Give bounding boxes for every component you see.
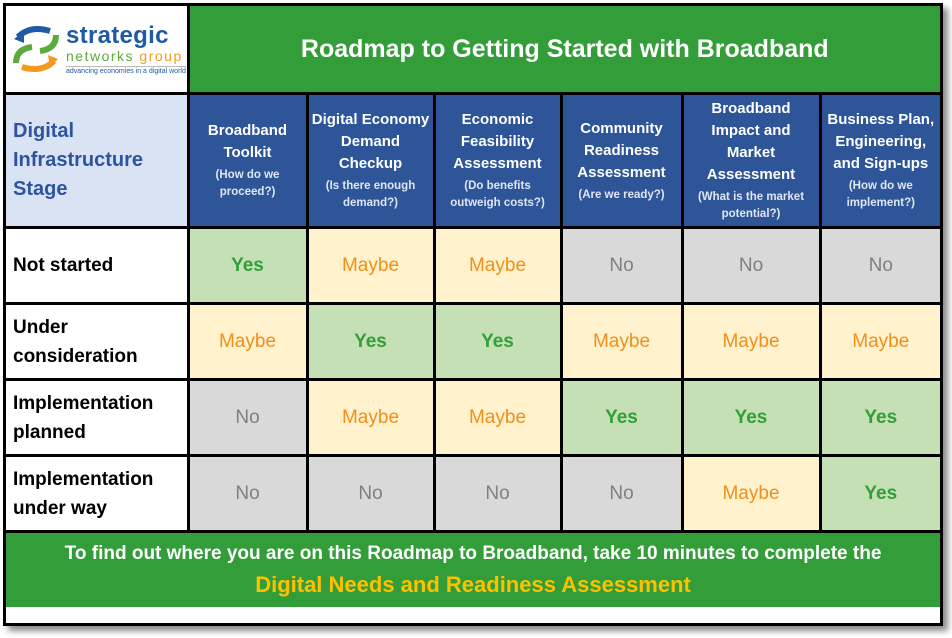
column-question: (How do we implement?) xyxy=(846,180,915,209)
column-question: (What is the market potential?) xyxy=(697,191,805,220)
column-question: (How do we proceed?) xyxy=(215,169,280,198)
status-cell: No xyxy=(559,226,684,305)
status-cell: Yes xyxy=(818,378,941,457)
column-title: Community Readiness Assessment xyxy=(577,119,666,181)
column-header: Digital Economy Demand Checkup (Is there … xyxy=(305,92,436,229)
status-cell: Yes xyxy=(559,378,684,457)
status-cell: No xyxy=(680,226,822,305)
column-title: Economic Feasibility Assessment xyxy=(453,111,542,172)
column-title: Business Plan, Engineering, and Sign-ups xyxy=(827,111,935,172)
arrows-logo-icon xyxy=(13,26,59,72)
table-row: Not started Yes Maybe Maybe No No No xyxy=(6,226,941,305)
logo-networks: networks xyxy=(66,47,140,64)
column-header: Broadband Impact and Market Assessment (W… xyxy=(680,92,822,229)
column-header: Community Readiness Assessment (Are we re… xyxy=(559,92,684,229)
logo-cell: strategic networks group advancing econo… xyxy=(6,6,190,95)
status-cell: Yes xyxy=(680,378,822,457)
status-cell: Maybe xyxy=(305,378,436,457)
column-title: Broadband Impact and Market Assessment xyxy=(706,100,796,183)
row-label: Implementation under way xyxy=(6,454,190,533)
company-logo: strategic networks group advancing econo… xyxy=(6,23,187,75)
logo-name: strategic xyxy=(66,21,169,49)
status-cell: Maybe xyxy=(559,302,684,381)
column-header: Economic Feasibility Assessment (Do benef… xyxy=(432,92,563,229)
status-cell: No xyxy=(186,454,309,533)
status-cell: No xyxy=(186,378,309,457)
stage-column-header: Digital Infrastructure Stage xyxy=(6,92,190,229)
roadmap-table: strategic networks group advancing econo… xyxy=(6,6,941,607)
status-cell: No xyxy=(432,454,563,533)
column-header: Broadband Toolkit (How do we proceed?) xyxy=(186,92,309,229)
page-title: Roadmap to Getting Started with Broadban… xyxy=(186,6,941,95)
logo-group: group xyxy=(139,47,183,64)
status-cell: Maybe xyxy=(432,226,563,305)
status-cell: Yes xyxy=(432,302,563,381)
status-cell: No xyxy=(818,226,941,305)
logo-subname: networks group xyxy=(66,48,186,64)
column-question: (Do benefits outweigh costs?) xyxy=(450,180,545,209)
row-label: Under consideration xyxy=(6,302,190,381)
row-label: Not started xyxy=(6,226,190,305)
status-cell: Maybe xyxy=(680,454,822,533)
footer-text: To find out where you are on this Roadma… xyxy=(64,543,882,564)
status-cell: No xyxy=(305,454,436,533)
table-row: Implementation planned No Maybe Maybe Ye… xyxy=(6,378,941,457)
status-cell: Maybe xyxy=(680,302,822,381)
footer-banner: To find out where you are on this Roadma… xyxy=(6,530,941,607)
column-title: Digital Economy Demand Checkup xyxy=(311,111,430,172)
status-cell: Yes xyxy=(186,226,309,305)
status-cell: Maybe xyxy=(818,302,941,381)
column-question: (Is there enough demand?) xyxy=(325,180,416,209)
status-cell: Yes xyxy=(305,302,436,381)
status-cell: Maybe xyxy=(432,378,563,457)
status-cell: Maybe xyxy=(186,302,309,381)
assessment-link[interactable]: Digital Needs and Readiness Assessment xyxy=(6,569,940,601)
status-cell: Yes xyxy=(818,454,941,533)
table-row: Implementation under way No No No No May… xyxy=(6,454,941,533)
table-row: Under consideration Maybe Yes Yes Maybe … xyxy=(6,302,941,381)
roadmap-frame: strategic networks group advancing econo… xyxy=(3,3,943,626)
row-label: Implementation planned xyxy=(6,378,190,457)
column-question: (Are we ready?) xyxy=(578,188,665,201)
status-cell: Maybe xyxy=(305,226,436,305)
logo-tagline: advancing economies in a digital world xyxy=(66,65,186,75)
column-header: Business Plan, Engineering, and Sign-ups… xyxy=(818,92,941,229)
column-title: Broadband Toolkit xyxy=(207,122,288,161)
status-cell: No xyxy=(559,454,684,533)
